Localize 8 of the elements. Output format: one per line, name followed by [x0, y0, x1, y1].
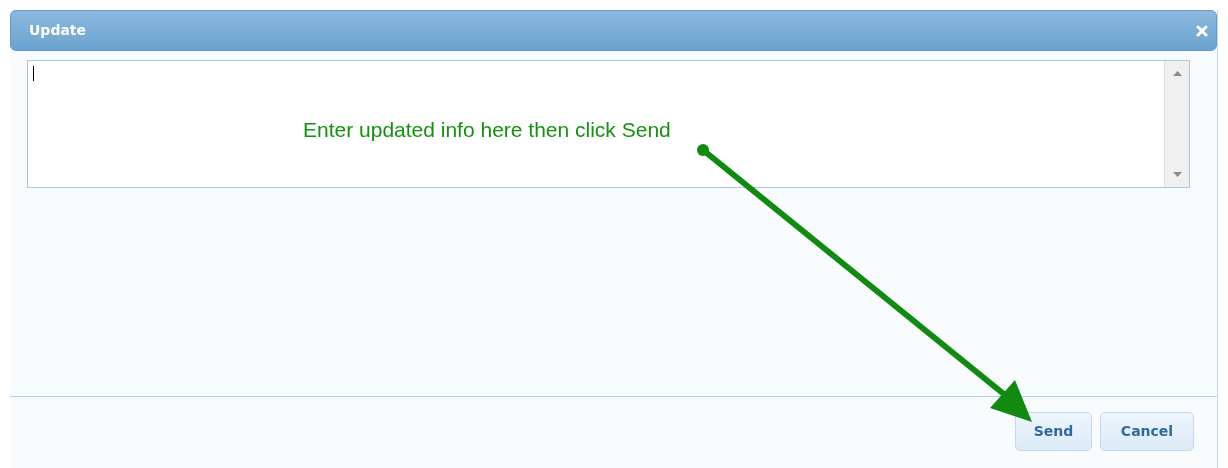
- close-icon[interactable]: [1196, 25, 1208, 37]
- annotation-text: Enter updated info here then click Send: [303, 117, 671, 143]
- scroll-down-icon[interactable]: [1172, 172, 1182, 177]
- scroll-up-icon[interactable]: [1172, 71, 1182, 76]
- scrollbar[interactable]: [1164, 61, 1189, 187]
- send-button[interactable]: Send: [1015, 412, 1092, 451]
- cancel-button[interactable]: Cancel: [1100, 412, 1194, 451]
- dialog-title: Update: [29, 21, 87, 40]
